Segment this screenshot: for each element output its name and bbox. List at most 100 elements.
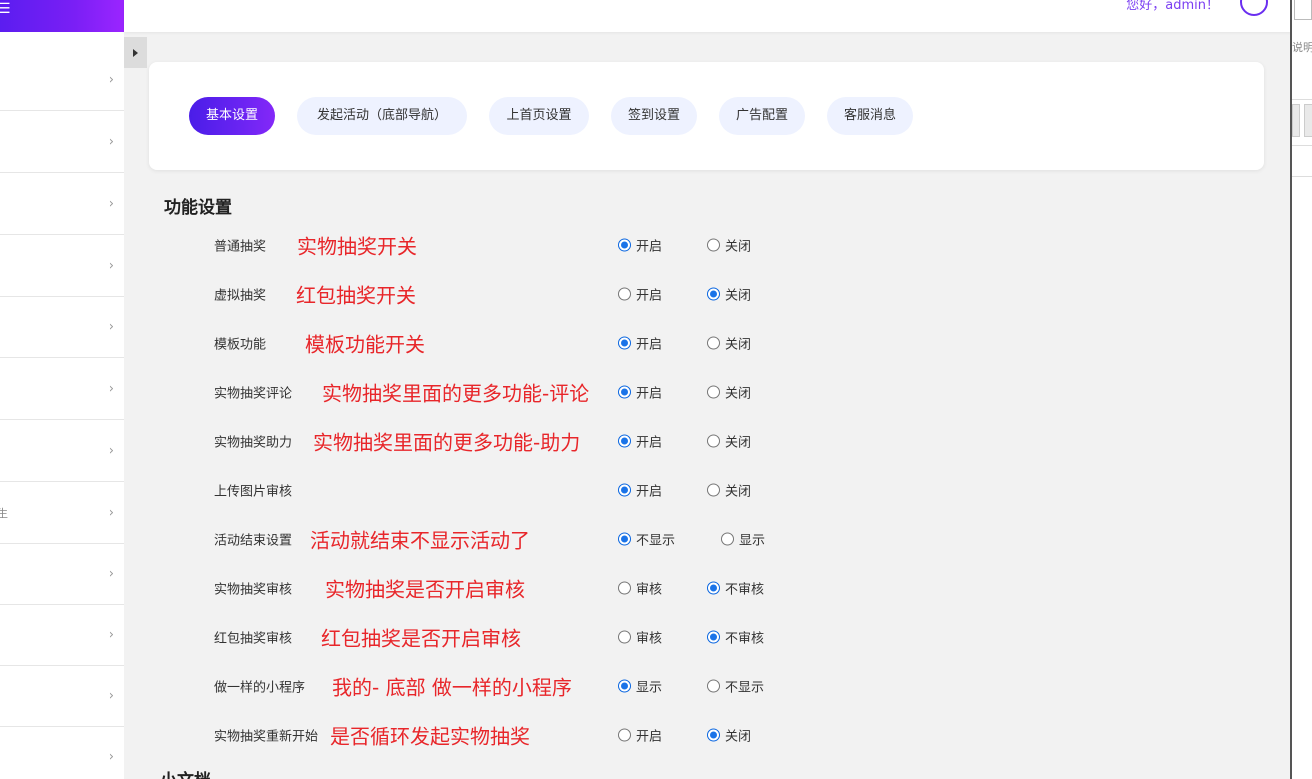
- radio-button[interactable]: [618, 434, 631, 448]
- radio-option[interactable]: 开启: [618, 726, 662, 745]
- radio-button[interactable]: [707, 581, 720, 595]
- window-edge-button[interactable]: [1304, 104, 1312, 137]
- setting-row: 模板功能 模板功能开关 开启 关闭: [0, 328, 1290, 358]
- radio-label: 不显示: [725, 680, 765, 696]
- tab-service-messages[interactable]: 客服消息: [827, 97, 913, 135]
- radio-button[interactable]: [707, 483, 720, 497]
- next-section-title: 小文档: [160, 766, 240, 779]
- radio-label: 显示: [636, 680, 663, 696]
- radio-option[interactable]: 开启: [618, 481, 662, 500]
- chevron-right-icon: ›: [108, 749, 114, 765]
- sidebar-logo-bar: ☰: [0, 0, 124, 32]
- setting-label: 做一样的小程序: [214, 680, 306, 696]
- radio-label: 关闭: [725, 729, 752, 745]
- radio-button[interactable]: [618, 679, 631, 693]
- radio-button[interactable]: [618, 532, 631, 546]
- annotation-note: 实物抽奖开关: [297, 234, 417, 259]
- radio-button[interactable]: [707, 728, 720, 742]
- radio-option[interactable]: 开启: [618, 285, 662, 304]
- radio-button[interactable]: [707, 385, 720, 399]
- chevron-right-icon: ›: [108, 134, 114, 149]
- setting-row: 实物抽奖评论 实物抽奖里面的更多功能-评论 开启 关闭: [0, 377, 1290, 407]
- radio-label: 开启: [636, 288, 663, 304]
- radio-option[interactable]: 关闭: [707, 432, 751, 451]
- chevron-right-icon: ›: [108, 505, 114, 520]
- radio-option[interactable]: 关闭: [707, 726, 751, 745]
- setting-label: 实物抽奖评论: [214, 386, 293, 402]
- tab-homepage-settings[interactable]: 上首页设置: [489, 97, 589, 135]
- radio-button[interactable]: [618, 287, 631, 301]
- radio-button[interactable]: [707, 434, 720, 448]
- radio-option[interactable]: 不显示: [707, 677, 764, 696]
- radio-option[interactable]: 开启: [618, 383, 662, 402]
- radio-label: 显示: [739, 533, 766, 549]
- setting-label: 实物抽奖助力: [214, 435, 293, 451]
- radio-button[interactable]: [721, 532, 734, 546]
- setting-row: 做一样的小程序 我的- 底部 做一样的小程序 显示 不显示: [0, 671, 1290, 701]
- annotation-note: 实物抽奖里面的更多功能-评论: [322, 381, 590, 406]
- radio-label: 关闭: [725, 288, 752, 304]
- radio-button[interactable]: [707, 630, 720, 644]
- radio-option[interactable]: 关闭: [707, 285, 751, 304]
- radio-option[interactable]: 审核: [618, 579, 662, 598]
- radio-label: 不审核: [725, 631, 765, 647]
- setting-row: 活动结束设置 活动就结束不显示活动了 不显示 显示: [0, 524, 1290, 554]
- tab-launch-activity[interactable]: 发起活动（底部导航）: [297, 97, 467, 135]
- window-edge-text: 说明: [1292, 41, 1312, 54]
- radio-button[interactable]: [618, 581, 631, 595]
- sidebar-item[interactable]: ›: [0, 111, 124, 173]
- radio-button[interactable]: [707, 287, 720, 301]
- setting-label: 实物抽奖审核: [214, 582, 293, 598]
- radio-button[interactable]: [618, 385, 631, 399]
- radio-option[interactable]: 关闭: [707, 383, 751, 402]
- radio-label: 关闭: [725, 484, 752, 500]
- radio-option[interactable]: 开启: [618, 236, 662, 255]
- radio-label: 关闭: [725, 239, 752, 255]
- radio-option[interactable]: 关闭: [707, 236, 751, 255]
- radio-button[interactable]: [707, 679, 720, 693]
- setting-label: 虚拟抽奖: [214, 288, 267, 304]
- radio-option[interactable]: 不审核: [707, 628, 764, 647]
- radio-button[interactable]: [618, 630, 631, 644]
- radio-button[interactable]: [707, 336, 720, 350]
- annotation-note: 实物抽奖里面的更多功能-助力: [313, 430, 581, 455]
- radio-option[interactable]: 审核: [618, 628, 662, 647]
- radio-option[interactable]: 不审核: [707, 579, 764, 598]
- radio-option[interactable]: 不显示: [618, 530, 675, 549]
- radio-option[interactable]: 开启: [618, 334, 662, 353]
- radio-button[interactable]: [707, 238, 720, 252]
- setting-label: 活动结束设置: [214, 533, 293, 549]
- annotation-note: 我的- 底部 做一样的小程序: [332, 675, 572, 700]
- tab-basic-settings[interactable]: 基本设置: [189, 97, 275, 135]
- avatar[interactable]: [1240, 0, 1268, 16]
- radio-button[interactable]: [618, 483, 631, 497]
- radio-option[interactable]: 显示: [618, 677, 662, 696]
- radio-label: 关闭: [725, 435, 752, 451]
- sidebar-item[interactable]: ›: [0, 173, 124, 235]
- radio-option[interactable]: 显示: [721, 530, 765, 549]
- radio-label: 开启: [636, 386, 663, 402]
- radio-button[interactable]: [618, 336, 631, 350]
- radio-label: 关闭: [725, 386, 752, 402]
- setting-row: 虚拟抽奖 红包抽奖开关 开启 关闭: [0, 279, 1290, 309]
- setting-row: 实物抽奖重新开始 是否循环发起实物抽奖 开启 关闭: [0, 720, 1290, 750]
- radio-button[interactable]: [618, 238, 631, 252]
- divider: [1292, 176, 1312, 177]
- tab-ad-config[interactable]: 广告配置: [719, 97, 805, 135]
- top-header: 您好，admin！: [124, 0, 1292, 32]
- radio-label: 审核: [636, 582, 663, 598]
- annotation-note: 是否循环发起实物抽奖: [330, 724, 530, 749]
- tab-checkin-settings[interactable]: 签到设置: [611, 97, 697, 135]
- menu-icon[interactable]: ☰: [0, 2, 11, 16]
- sidebar-item[interactable]: ›: [0, 49, 124, 111]
- sidebar-collapse-toggle[interactable]: [124, 37, 147, 68]
- chevron-right-icon: ›: [108, 196, 114, 211]
- radio-option[interactable]: 关闭: [707, 334, 751, 353]
- chevron-right-icon: ›: [108, 258, 114, 273]
- radio-button[interactable]: [618, 728, 631, 742]
- setting-label: 普通抽奖: [214, 239, 267, 255]
- radio-option[interactable]: 关闭: [707, 481, 751, 500]
- window-edge-button[interactable]: [1292, 104, 1300, 137]
- radio-option[interactable]: 开启: [618, 432, 662, 451]
- user-greeting[interactable]: 您好，admin！: [1126, 0, 1219, 13]
